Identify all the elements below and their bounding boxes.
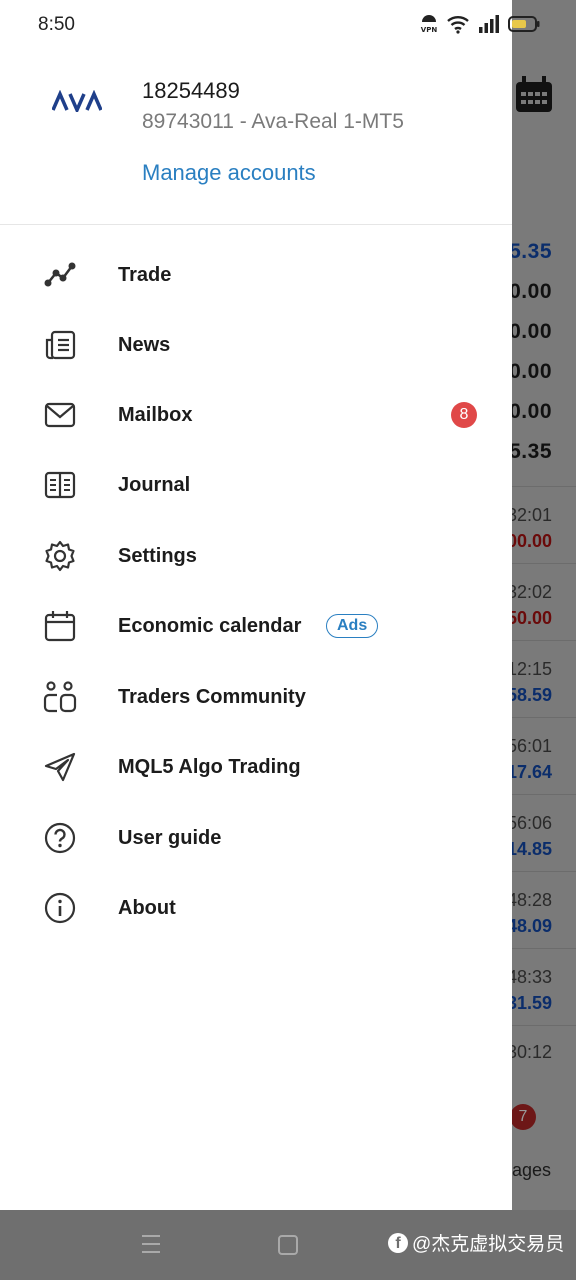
bg-history-row: 30:12 (507, 1025, 576, 1102)
bg-history-row: 56:06 14.85 (507, 794, 576, 871)
menu-item-label: Economic calendar (118, 614, 302, 637)
menu-item-label: News (118, 333, 171, 356)
bg-history-row: 48:33 31.59 (507, 948, 576, 1025)
bg-history-row: 12:15 58.59 (507, 640, 576, 717)
menu-item-mailbox[interactable]: Mailbox 8 (0, 383, 512, 447)
bg-history-row: 56:01 17.64 (507, 717, 576, 794)
watermark: f @杰克虚拟交易员 (388, 1229, 564, 1256)
menu-item-trade[interactable]: Trade (0, 243, 512, 307)
journal-icon (42, 467, 78, 503)
account-server: 89743011 - Ava-Real 1-MT5 (142, 110, 404, 133)
menu-item-label: Mailbox (118, 403, 193, 426)
ads-tag: Ads (326, 614, 379, 638)
wifi-icon (447, 16, 469, 34)
menu-item-label: Journal (118, 473, 191, 496)
status-time: 8:50 (38, 14, 75, 35)
bg-history-row: 32:01 00.00 (507, 486, 576, 563)
gear-icon (42, 538, 78, 574)
signal-icon (479, 15, 499, 33)
bg-history-row: 32:02 50.00 (507, 563, 576, 640)
menu-item-label: Traders Community (118, 685, 306, 708)
menu-item-label: MQL5 Algo Trading (118, 755, 301, 778)
system-nav-bar: f @杰克虚拟交易员 (0, 1210, 576, 1280)
menu-item-news[interactable]: News (0, 313, 512, 377)
menu-item-label: About (118, 896, 176, 919)
manage-accounts-link[interactable]: Manage accounts (142, 160, 316, 186)
menu-item-journal[interactable]: Journal (0, 453, 512, 517)
navigation-drawer: 18254489 89743011 - Ava-Real 1-MT5 Manag… (0, 0, 512, 1210)
menu-item-traders-community[interactable]: Traders Community (0, 665, 512, 729)
watermark-text: @杰克虚拟交易员 (412, 1234, 565, 1255)
recent-apps-icon[interactable] (140, 1233, 162, 1255)
account-number: 18254489 (142, 78, 240, 103)
mail-icon (42, 397, 78, 433)
bg-value: 0.00 (509, 360, 552, 383)
bg-value: 0.00 (509, 400, 552, 423)
status-bar: 8:50 VPN (0, 0, 576, 50)
bg-value: 0.00 (509, 320, 552, 343)
calendar-icon (516, 76, 552, 112)
info-icon (42, 890, 78, 926)
community-icon (42, 679, 78, 715)
facebook-icon: f (388, 1232, 408, 1253)
menu-item-label: Settings (118, 544, 197, 567)
battery-icon (508, 16, 540, 32)
menu-item-economic-calendar[interactable]: Economic calendar Ads (0, 594, 512, 658)
menu-item-label: User guide (118, 826, 222, 849)
bg-value: 0.00 (509, 280, 552, 303)
calendar-icon (42, 608, 78, 644)
svg-text:VPN: VPN (421, 26, 438, 34)
menu-item-settings[interactable]: Settings (0, 524, 512, 588)
menu-item-user-guide[interactable]: User guide (0, 806, 512, 870)
trade-line-icon (42, 257, 78, 293)
unread-count-badge: 8 (451, 402, 477, 428)
menu-item-about[interactable]: About (0, 876, 512, 940)
question-icon (42, 820, 78, 856)
messages-tab-label: ages (512, 1160, 552, 1180)
send-icon (42, 749, 78, 785)
bg-value: 5.35 (509, 240, 552, 263)
menu-item-label: Trade (118, 263, 172, 286)
status-icons: VPN (420, 14, 540, 34)
bg-history-row: 48:28 48.09 (507, 871, 576, 948)
home-button-icon[interactable] (278, 1235, 298, 1255)
menu-item-mql5-algo-trading[interactable]: MQL5 Algo Trading (0, 735, 512, 799)
bg-value: 5.35 (509, 440, 552, 463)
ava-logo-icon (52, 90, 102, 112)
messages-badge: 7 (510, 1104, 536, 1130)
vpn-icon: VPN (421, 15, 438, 34)
news-icon (42, 327, 78, 363)
